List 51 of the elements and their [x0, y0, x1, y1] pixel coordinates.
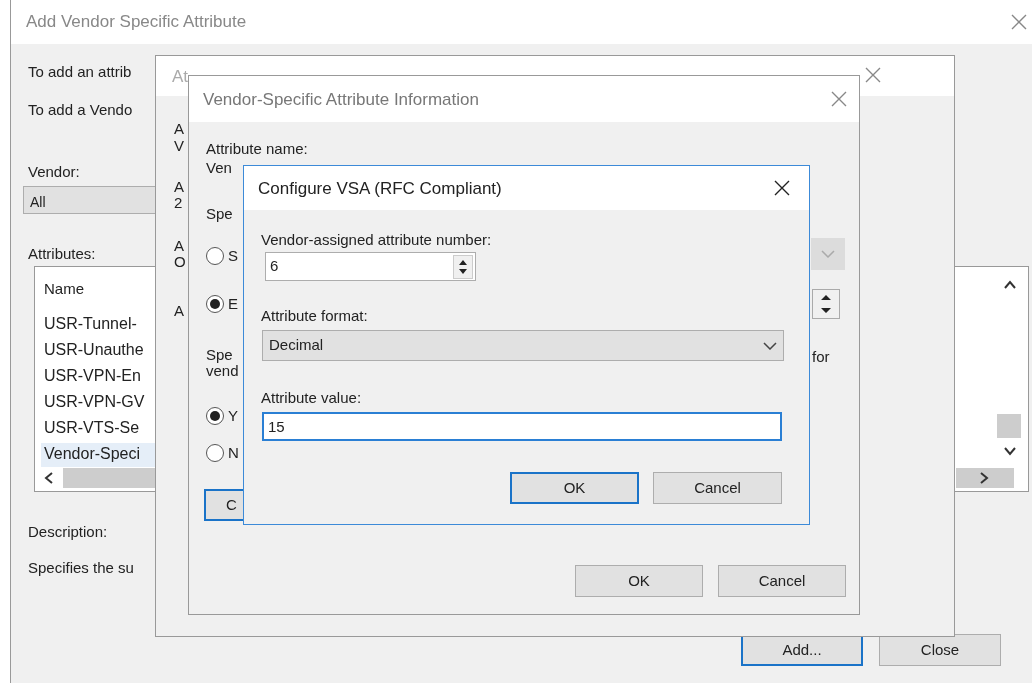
dialog-button[interactable]: Close: [879, 634, 1001, 666]
dialog-button[interactable]: Cancel: [653, 472, 782, 504]
label-text: A: [174, 121, 184, 136]
field-label: Description:: [28, 524, 108, 539]
radio-label: N: [228, 443, 239, 463]
section-label: vend: [206, 363, 239, 378]
spinner-icon[interactable]: [812, 289, 840, 319]
close-icon[interactable]: [773, 179, 791, 197]
radio-button[interactable]: [206, 247, 224, 266]
description-text: Specifies the su: [28, 560, 134, 575]
spinner-icon[interactable]: [453, 254, 473, 279]
window-title: Configure VSA (RFC Compliant): [258, 180, 502, 197]
column-header: Name: [44, 281, 84, 296]
field-label: Attribute format:: [261, 308, 368, 323]
field-label: Attributes:: [28, 246, 96, 261]
field-label: Attribute name:: [206, 141, 308, 156]
section-label: for: [812, 349, 830, 364]
radio-button[interactable]: [206, 295, 224, 314]
field-label: Vendor:: [28, 164, 80, 179]
horizontal-scrollbar: [956, 468, 1014, 488]
dialog-button[interactable]: OK: [510, 472, 639, 504]
field-label: Attribute value:: [261, 390, 362, 405]
chevron-down-icon: [763, 341, 777, 350]
format-dropdown[interactable]: Decimal: [262, 330, 784, 361]
window-title: Add Vendor Specific Attribute: [26, 13, 247, 30]
window-title: Vendor-Specific Attribute Information: [203, 91, 479, 108]
scroll-up-icon[interactable]: [1004, 280, 1016, 290]
scroll-down-icon[interactable]: [1004, 446, 1016, 456]
radio-button[interactable]: [206, 444, 224, 463]
scrollbar-thumb: [997, 414, 1021, 438]
section-label: Spe: [206, 347, 233, 362]
radio-label: E: [228, 294, 238, 314]
label-text: V: [174, 138, 184, 153]
radio-button[interactable]: [206, 407, 224, 426]
value-field[interactable]: 15: [262, 412, 782, 441]
label-text: A: [174, 238, 184, 253]
field-label: Vendor-assigned attribute number:: [261, 232, 492, 247]
scroll-right-icon[interactable]: [979, 472, 989, 484]
dialog-button[interactable]: Cancel: [718, 565, 846, 597]
radio-label: S: [228, 246, 238, 266]
label-text: 2: [174, 195, 183, 210]
label-text: O: [174, 254, 186, 269]
scroll-left-icon[interactable]: [44, 472, 54, 484]
instruction-text: To add a Vendo: [28, 102, 133, 117]
dialog-button[interactable]: OK: [575, 565, 703, 597]
instruction-text: To add an attrib: [28, 64, 132, 79]
radio-label: Y: [228, 406, 238, 426]
label-text: A: [174, 303, 184, 318]
window-title: At: [172, 68, 189, 85]
field-value: Ven: [206, 160, 232, 175]
number-spinner[interactable]: 6: [265, 252, 476, 281]
